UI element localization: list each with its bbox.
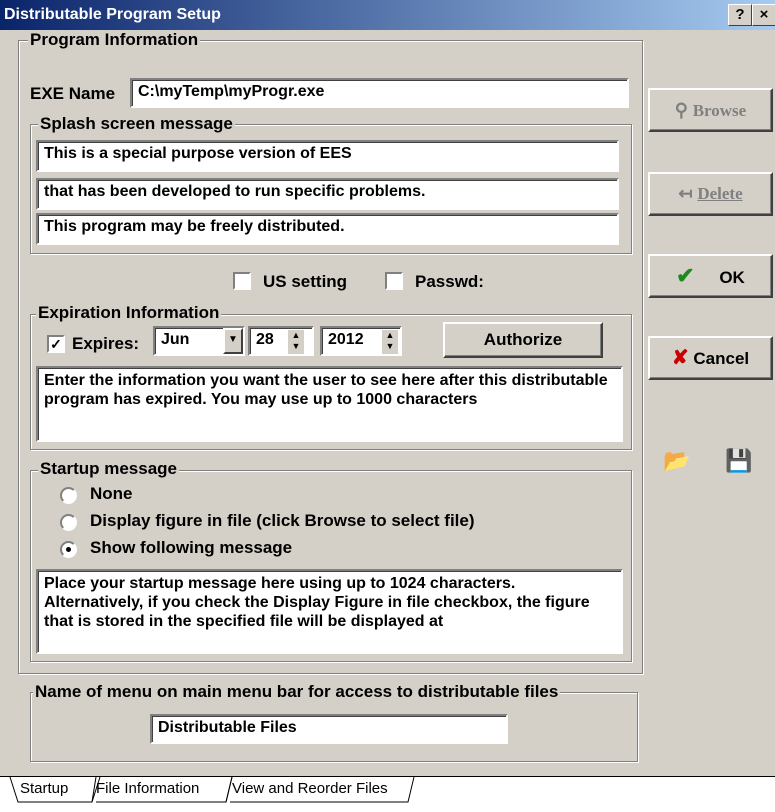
startup-label: Startup message bbox=[38, 459, 179, 479]
close-button[interactable]: × bbox=[752, 4, 775, 26]
tab-divider bbox=[0, 776, 775, 777]
day-spin-buttons[interactable]: ▲ ▼ bbox=[288, 330, 304, 354]
day-spinner[interactable]: 28 bbox=[248, 326, 314, 356]
ok-button[interactable]: ✔ OK bbox=[648, 254, 773, 298]
x-icon: ✘ bbox=[671, 347, 689, 369]
ok-label: OK bbox=[719, 268, 745, 287]
program-info-label: Program Information bbox=[28, 30, 201, 50]
chevron-down-icon: ▼ bbox=[228, 334, 238, 345]
exe-name-input[interactable]: C:\myTemp\myProgr.exe bbox=[130, 78, 629, 108]
radio-selected-dot bbox=[66, 547, 71, 552]
delete-icon: ↤ bbox=[678, 184, 693, 203]
checkmark-icon: ✔ bbox=[676, 263, 695, 288]
authorize-button[interactable]: Authorize bbox=[443, 322, 603, 358]
year-value: 2012 bbox=[328, 331, 364, 348]
open-button[interactable]: 📂 bbox=[660, 446, 694, 480]
cancel-button[interactable]: ✘ Cancel bbox=[648, 336, 773, 380]
splash-line-3[interactable]: This program may be freely distributed. bbox=[36, 213, 619, 245]
expiration-label: Expiration Information bbox=[36, 303, 222, 323]
exe-name-label: EXE Name bbox=[30, 84, 116, 103]
tab-startup[interactable]: Startup bbox=[20, 778, 68, 800]
browse-label: Browse bbox=[692, 101, 747, 120]
tab-view-reorder[interactable]: View and Reorder Files bbox=[232, 778, 388, 800]
floppy-disk-icon: 💾 bbox=[725, 448, 753, 473]
expires-label: Expires: bbox=[72, 334, 140, 353]
tab-strip: Startup File Information View and Reorde… bbox=[0, 776, 775, 807]
passwd-label: Passwd: bbox=[415, 272, 484, 291]
radio-show-message-label: Show following message bbox=[90, 538, 293, 557]
menu-name-label: Name of menu on main menu bar for access… bbox=[33, 682, 561, 702]
radio-show-message[interactable] bbox=[60, 541, 77, 558]
splash-label: Splash screen message bbox=[38, 114, 235, 134]
radio-display-figure-label: Display figure in file (click Browse to … bbox=[90, 511, 475, 530]
month-dropdown-button[interactable]: ▼ bbox=[223, 328, 243, 354]
delete-button[interactable]: ↤ Delete bbox=[648, 172, 773, 216]
expires-checkbox[interactable]: ✓ bbox=[47, 335, 65, 353]
month-value: Jun bbox=[161, 331, 190, 348]
help-button[interactable]: ? bbox=[728, 4, 752, 26]
radio-none-label: None bbox=[90, 484, 133, 503]
expiration-message[interactable]: Enter the information you want the user … bbox=[36, 366, 623, 442]
cancel-label: Cancel bbox=[693, 349, 750, 368]
dialog-window: Distributable Program Setup ? × Program … bbox=[0, 0, 775, 807]
splash-line-1[interactable]: This is a special purpose version of EES bbox=[36, 140, 619, 172]
title-bar: Distributable Program Setup ? × bbox=[0, 0, 775, 30]
save-button[interactable]: 💾 bbox=[722, 446, 756, 480]
radio-none[interactable] bbox=[60, 487, 77, 504]
us-setting-checkbox[interactable] bbox=[233, 272, 251, 290]
menu-name-input[interactable]: Distributable Files bbox=[150, 714, 508, 744]
us-setting-label: US setting bbox=[263, 272, 348, 291]
day-value: 28 bbox=[256, 331, 274, 348]
tab-file-information[interactable]: File Information bbox=[96, 778, 199, 800]
browse-button[interactable]: ⚲ Browse bbox=[648, 88, 773, 132]
startup-message[interactable]: Place your startup message here using up… bbox=[36, 569, 623, 654]
binoculars-icon: ⚲ bbox=[674, 100, 688, 120]
window-title: Distributable Program Setup bbox=[4, 6, 221, 23]
open-folder-icon: 📂 bbox=[663, 448, 691, 473]
delete-label: Delete bbox=[697, 184, 743, 203]
radio-display-figure[interactable] bbox=[60, 514, 77, 531]
passwd-checkbox[interactable] bbox=[385, 272, 403, 290]
splash-line-2[interactable]: that has been developed to run specific … bbox=[36, 178, 619, 210]
year-spin-buttons[interactable]: ▲ ▼ bbox=[382, 330, 398, 354]
